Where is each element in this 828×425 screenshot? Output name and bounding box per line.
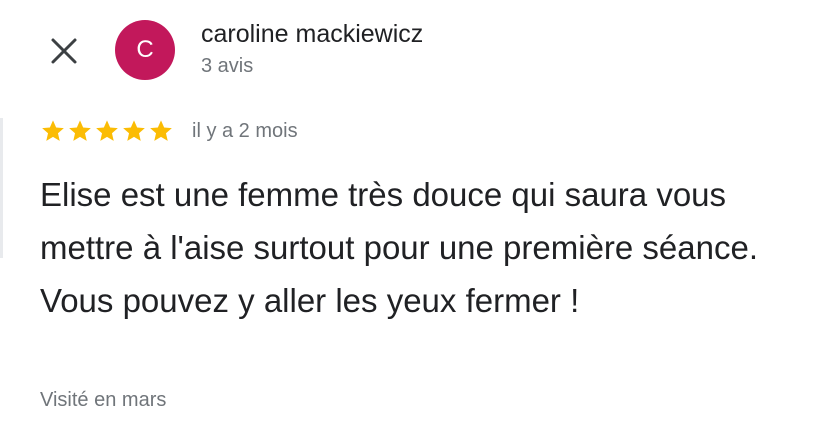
review-date: il y a 2 mois (192, 119, 298, 142)
close-icon (51, 38, 77, 64)
review-text: Elise est une femme très douce qui saura… (40, 176, 759, 319)
star-icon (42, 120, 64, 141)
author-name[interactable]: caroline mackiewicz (201, 20, 423, 49)
close-button[interactable] (43, 30, 85, 72)
author-review-count: 3 avis (201, 55, 254, 77)
avatar[interactable]: C (115, 20, 175, 80)
left-edge-divider (0, 118, 3, 258)
rating-row: il y a 2 mois (40, 116, 298, 146)
star-icon (150, 120, 172, 141)
star-rating (40, 118, 174, 144)
star-icon (96, 120, 118, 141)
star-icon (69, 120, 91, 141)
star-icon (123, 120, 145, 141)
review-card: C caroline mackiewicz 3 avis il y a 2 mo… (0, 0, 828, 425)
visit-date: Visité en mars (40, 389, 167, 411)
